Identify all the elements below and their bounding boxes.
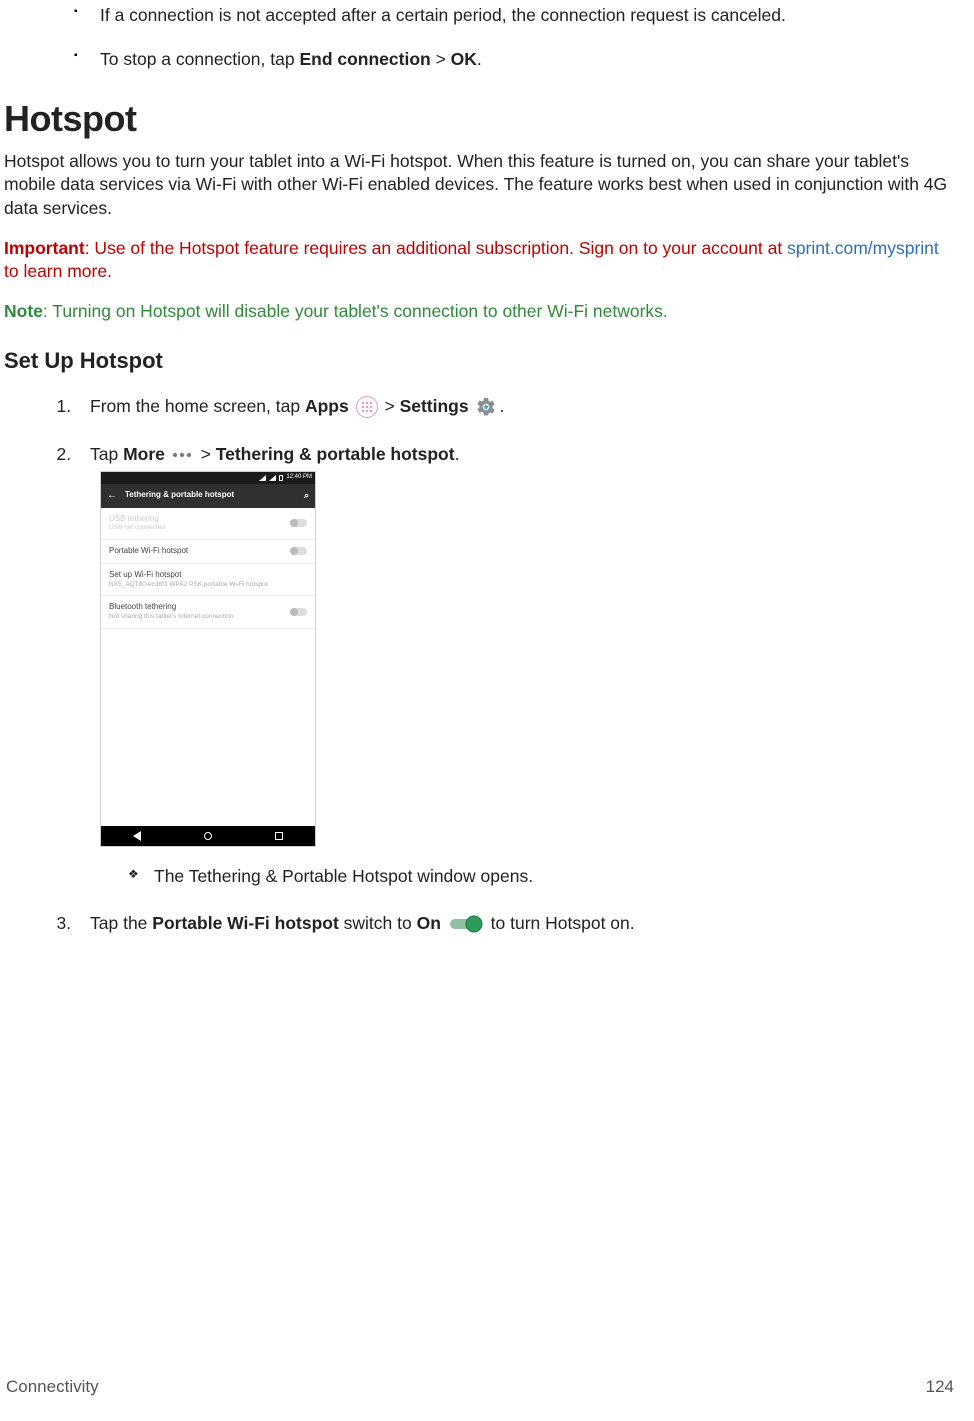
row-title: Set up Wi-Fi hotspot (109, 570, 307, 581)
step-text: to turn Hotspot on. (491, 913, 635, 933)
portable-wifi-label: Portable Wi-Fi hotspot (152, 913, 339, 933)
row-subtitle: NX5_AQT80-ec36f3 WPA2 PSK portable Wi-Fi… (109, 581, 307, 590)
setup-hotspot-row[interactable]: Set up Wi-Fi hotspot NX5_AQT80-ec36f3 WP… (101, 564, 315, 597)
gear-icon (475, 396, 497, 418)
tethering-label: Tethering & portable hotspot (216, 444, 455, 464)
bullet-text: . (477, 49, 482, 69)
substep-item: The Tethering & Portable Hotspot window … (132, 865, 956, 889)
setup-hotspot-subhead: Set Up Hotspot (4, 346, 956, 376)
intro-bullets: If a connection is not accepted after a … (4, 4, 956, 71)
step-text: switch to (339, 913, 417, 933)
toggle-off-icon[interactable] (291, 519, 307, 527)
apps-icon (356, 396, 378, 418)
toggle-on-icon (448, 914, 484, 934)
important-text: to learn more. (4, 261, 112, 281)
footer-page-number: 124 (926, 1376, 954, 1399)
step-3: Tap the Portable Wi-Fi hotspot switch to… (76, 912, 956, 936)
status-time: 12:40 PM (286, 473, 312, 481)
step-1: From the home screen, tap Apps > Setting… (76, 395, 956, 419)
separator: > (431, 49, 451, 69)
toggle-off-icon[interactable] (291, 547, 307, 555)
bullet-item: To stop a connection, tap End connection… (100, 48, 956, 72)
row-subtitle: Not sharing this tablet's Internet conne… (109, 613, 307, 622)
important-label: Important (4, 238, 85, 258)
row-subtitle: USB not connected (109, 524, 307, 533)
more-icon (172, 450, 194, 460)
search-icon[interactable]: ⌕ (304, 489, 309, 501)
signal-icon (269, 475, 276, 481)
substep-text: The Tethering & Portable Hotspot window … (154, 866, 533, 886)
ok-label: OK (451, 49, 477, 69)
important-text: : Use of the Hotspot feature requires an… (85, 238, 787, 258)
status-bar: 12:40 PM (101, 472, 315, 484)
recents-nav-icon[interactable] (275, 832, 283, 840)
on-label: On (417, 913, 441, 933)
step-text: Tap (90, 444, 123, 464)
footer-section: Connectivity (6, 1376, 99, 1399)
step-2: Tap More > Tethering & portable hotspot.… (76, 443, 956, 888)
settings-label: Settings (400, 396, 469, 416)
intro-paragraph: Hotspot allows you to turn your tablet i… (4, 150, 956, 221)
sprint-link[interactable]: sprint.com/mysprint (787, 238, 939, 258)
back-icon[interactable]: ← (107, 489, 117, 503)
bullet-item: If a connection is not accepted after a … (100, 4, 956, 28)
important-paragraph: Important: Use of the Hotspot feature re… (4, 237, 956, 284)
signal-icon (259, 475, 266, 481)
bluetooth-tethering-row[interactable]: Bluetooth tethering Not sharing this tab… (101, 596, 315, 629)
note-paragraph: Note: Turning on Hotspot will disable yo… (4, 300, 956, 324)
substep-list: The Tethering & Portable Hotspot window … (90, 865, 956, 889)
tethering-screenshot: 12:40 PM ← Tethering & portable hotspot … (100, 471, 316, 847)
row-title: Portable Wi-Fi hotspot (109, 546, 307, 557)
step-text: Tap the (90, 913, 152, 933)
nav-bar (101, 826, 315, 846)
separator: > (201, 444, 216, 464)
row-title: USB tethering (109, 514, 307, 525)
title-bar: ← Tethering & portable hotspot ⌕ (101, 484, 315, 508)
step-text: . (455, 444, 460, 464)
bullet-text: If a connection is not accepted after a … (100, 5, 786, 25)
step-text: From the home screen, tap (90, 396, 305, 416)
hotspot-heading: Hotspot (4, 95, 956, 144)
page-footer: Connectivity 124 (6, 1376, 954, 1399)
separator: > (384, 396, 399, 416)
note-text: : Turning on Hotspot will disable your t… (43, 301, 668, 321)
note-label: Note (4, 301, 43, 321)
portable-hotspot-row[interactable]: Portable Wi-Fi hotspot (101, 540, 315, 564)
apps-label: Apps (305, 396, 349, 416)
toggle-off-icon[interactable] (291, 608, 307, 616)
usb-tethering-row: USB tethering USB not connected (101, 508, 315, 541)
steps-list: From the home screen, tap Apps > Setting… (4, 395, 956, 936)
bullet-text: To stop a connection, tap (100, 49, 299, 69)
battery-icon (279, 475, 283, 481)
end-connection-label: End connection (299, 49, 430, 69)
more-label: More (123, 444, 165, 464)
title-text: Tethering & portable hotspot (125, 490, 234, 501)
row-title: Bluetooth tethering (109, 602, 307, 613)
home-nav-icon[interactable] (204, 832, 212, 840)
back-nav-icon[interactable] (133, 831, 141, 841)
step-text: . (499, 396, 504, 416)
